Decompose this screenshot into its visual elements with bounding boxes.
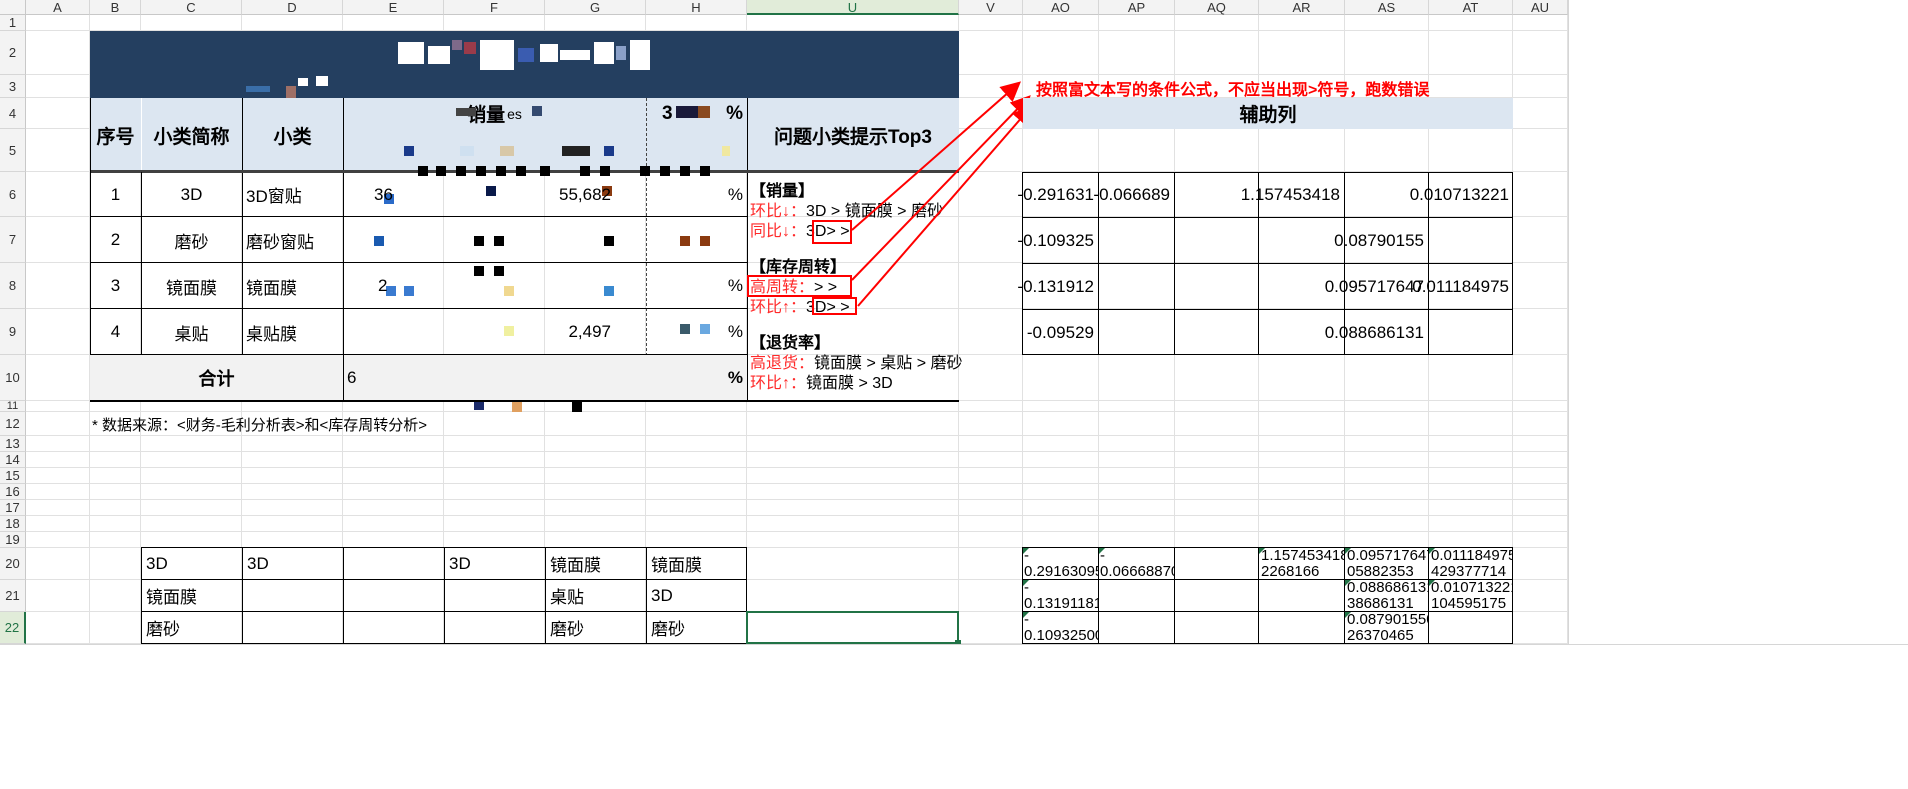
lower-aux-r1-as[interactable]: 0.095717647 05882353 — [1347, 548, 1428, 579]
lower-aux-r3-ao[interactable]: -0.10932500 — [1024, 612, 1098, 643]
aux-r1-ap[interactable]: -0.066689 — [1093, 172, 1174, 217]
aux-r4-ao[interactable]: -0.09529 — [1023, 310, 1098, 355]
aux-r2-as[interactable]: 0.08790155 — [1334, 218, 1428, 263]
lower-r3-h[interactable]: 磨砂 — [647, 612, 747, 643]
lower-aux-r1-ar[interactable]: 1.157453418 2268166 — [1261, 548, 1344, 579]
lower-r2-g[interactable]: 桌贴 — [546, 580, 646, 611]
aux-r3-at[interactable]: 0.011184975 — [1412, 264, 1513, 309]
lower-r1-d[interactable]: 3D — [243, 548, 343, 579]
aux-r4-as[interactable]: 0.088686131 — [1325, 310, 1428, 355]
lower-r3-g[interactable]: 磨砂 — [546, 612, 646, 643]
lower-r3-c[interactable]: 磨砂 — [142, 612, 242, 643]
fill-handle[interactable] — [955, 640, 961, 644]
lower-aux-r2-ao[interactable]: -0.13191181 — [1024, 580, 1098, 611]
source-note[interactable]: * 数据来源：<财务-毛利分析表>和<库存周转分析> — [92, 414, 592, 434]
lower-aux-r3-as[interactable]: 0.087901550 26370465 — [1347, 612, 1428, 643]
lower-aux-r1-ap[interactable]: -0.06668870 — [1100, 548, 1174, 579]
aux-r1-ao[interactable]: -0.291631 — [1017, 172, 1098, 217]
lower-r2-h[interactable]: 3D — [647, 580, 747, 611]
lower-aux-r2-at[interactable]: 0.010713221 104595175 — [1431, 580, 1513, 611]
aux-column-header: 辅助列 — [1023, 98, 1513, 129]
lower-r1-h[interactable]: 镜面膜 — [647, 548, 747, 579]
aux-r3-ao[interactable]: -0.131912 — [1017, 264, 1098, 309]
aux-r1-ar[interactable]: 1.157453418 — [1241, 172, 1344, 217]
aux-r2-ao[interactable]: -0.109325 — [1017, 218, 1098, 263]
lower-r1-c[interactable]: 3D — [142, 548, 242, 579]
annotation-error-note: 按照富文本写的条件公式，不应当出现>符号，跑数错误 — [1036, 82, 1430, 99]
lower-r2-c[interactable]: 镜面膜 — [142, 580, 242, 611]
lower-aux-r2-as[interactable]: 0.088686131 38686131 — [1347, 580, 1428, 611]
annotation-arrows — [851, 81, 1033, 307]
selected-cell-u22[interactable] — [746, 611, 959, 644]
lower-r1-f[interactable]: 3D — [445, 548, 545, 579]
lower-aux-r1-at[interactable]: 0.011184975 429377714 — [1431, 548, 1513, 579]
lower-aux-r1-ao[interactable]: -0.29163095 — [1024, 548, 1098, 579]
lower-r1-g[interactable]: 镜面膜 — [546, 548, 646, 579]
aux-r1-at[interactable]: 0.010713221 — [1410, 172, 1513, 217]
